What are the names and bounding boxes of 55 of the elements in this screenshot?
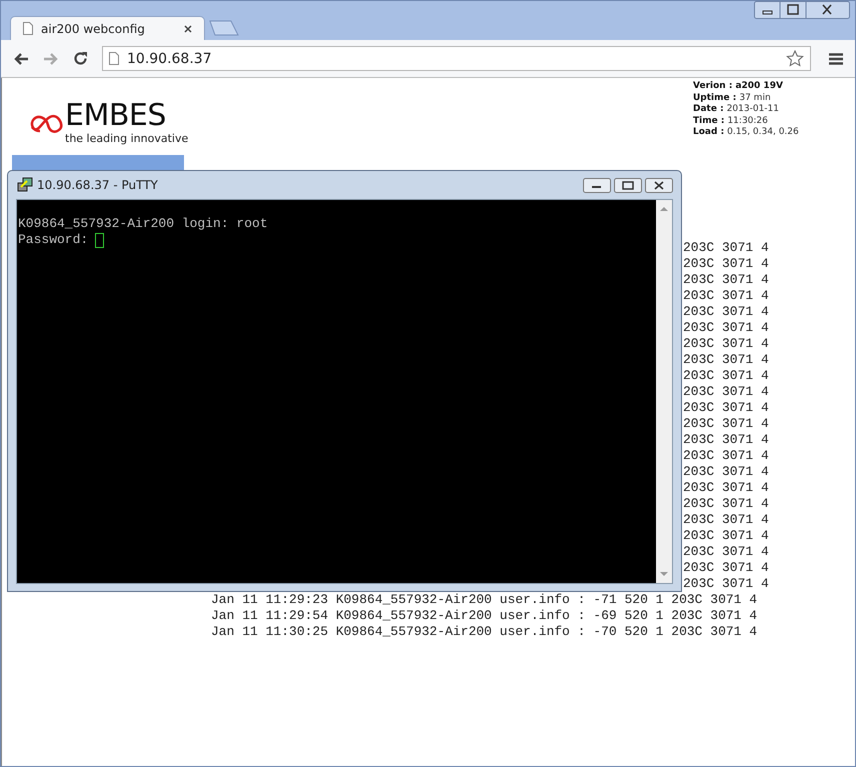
status-label: Verion : [693,81,732,92]
close-icon[interactable] [184,24,192,32]
page-icon [109,52,119,65]
status-value: 0.15, 0.34, 0.26 [727,127,799,138]
terminal-line: Password: [18,232,88,248]
log-line: 203C 3071 4 [683,336,769,351]
log-line: 203C 3071 4 [683,480,769,495]
log-line: Jan 11 11:30:25 K09864_557932-Air200 user.info : -70 520 1 203C 3071 4 [211,624,758,639]
log-line: 203C 3071 4 [683,368,769,383]
minimize-icon[interactable] [583,178,611,192]
text-cursor [95,232,104,248]
log-line: Jan 11 11:29:54 K09864_557932-Air200 user.info : -69 520 1 203C 3071 4 [211,608,758,623]
logo-wordmark: EMBES [65,100,167,130]
star-icon[interactable] [786,50,804,67]
log-line: 203C 3071 4 [683,496,769,511]
log-line: 203C 3071 4 [683,256,769,271]
reload-icon[interactable] [73,51,88,66]
log-line: 203C 3071 4 [683,384,769,399]
status-label: Load : [693,127,724,138]
maximize-icon[interactable] [614,178,642,192]
terminal-line: K09864_557932-Air200 login: root [18,216,268,232]
log-line: 203C 3071 4 [683,432,769,447]
log-line: 203C 3071 4 [683,576,769,591]
log-line: 203C 3071 4 [683,560,769,575]
log-line: 203C 3071 4 [683,304,769,319]
window-title: 10.90.68.37 - PuTTY [37,178,159,192]
terminal-icon [17,177,33,193]
log-line: 203C 3071 4 [683,448,769,463]
close-icon[interactable] [645,178,673,192]
log-line: 203C 3071 4 [683,528,769,543]
log-line: 203C 3071 4 [683,240,769,255]
status-value: 2013-01-11 [726,104,779,116]
log-line: 203C 3071 4 [683,272,769,287]
menu-icon[interactable] [829,52,843,64]
status-label: Date : [693,104,724,116]
log-line: 203C 3071 4 [683,400,769,415]
window-controls-drawing[interactable] [754,1,850,19]
logo-tagline: the leading innovative [65,132,188,144]
log-line: Jan 11 11:29:23 K09864_557932-Air200 user.info : -71 520 1 203C 3071 4 [211,592,758,607]
status-value: 11:30:26 [727,116,768,127]
status-label: Time : [693,116,724,127]
log-line: 203C 3071 4 [683,416,769,431]
address-bar[interactable]: 10.90.68.37 [102,46,811,71]
log-line: 203C 3071 4 [683,320,769,335]
log-line: 203C 3071 4 [683,352,769,367]
status-value: 37 min [739,92,771,104]
log-line: 203C 3071 4 [683,464,769,479]
back-icon[interactable] [13,52,29,66]
log-line: 203C 3071 4 [683,544,769,559]
page-icon [23,22,33,35]
status-value: a200 19V [735,81,783,92]
browser-tab[interactable]: air200 webconfig [10,16,205,40]
log-line: 203C 3071 4 [683,512,769,527]
status-label: Uptime : [693,92,736,104]
log-line: 203C 3071 4 [683,288,769,303]
